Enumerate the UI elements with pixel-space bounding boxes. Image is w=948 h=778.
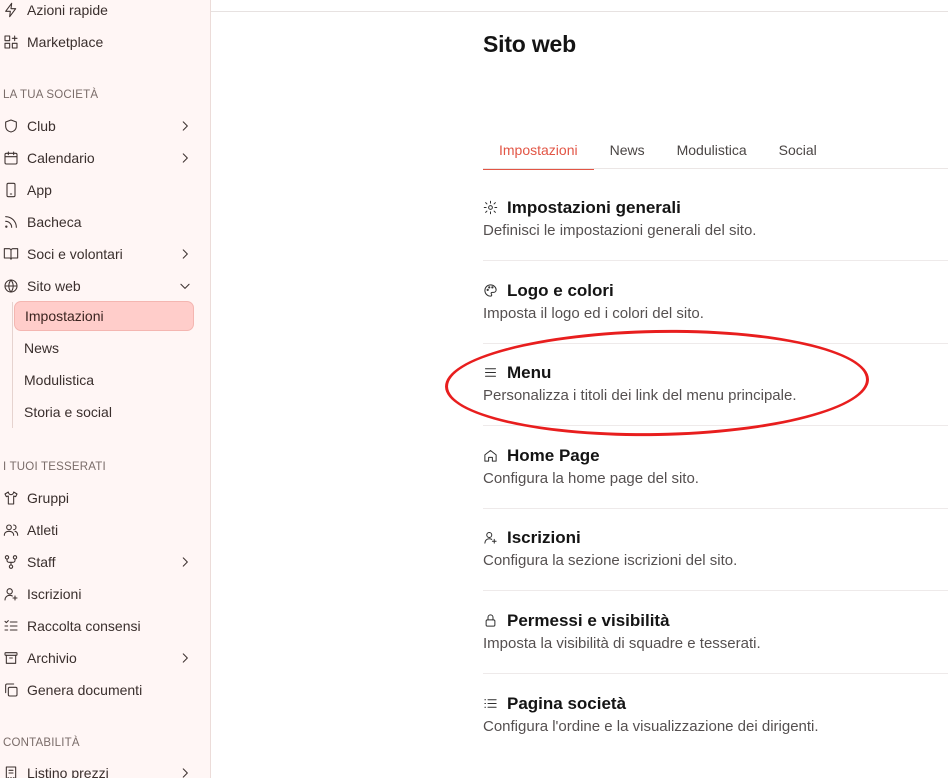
archive-icon: [3, 650, 19, 666]
section-label-contabilita: CONTABILITÀ: [3, 737, 80, 749]
grid-plus-icon: [3, 34, 19, 50]
setting-home-page[interactable]: Home Page Configura la home page del sit…: [483, 445, 948, 509]
setting-divider: [483, 343, 948, 344]
sidebar-item-archivio[interactable]: Archivio: [0, 644, 210, 672]
sidebar-item-club[interactable]: Club: [0, 112, 210, 140]
smartphone-icon: [3, 182, 19, 198]
user-plus-icon: [483, 530, 499, 546]
sidebar-item-staff[interactable]: Staff: [0, 548, 210, 576]
sidebar-subitem-news[interactable]: News: [14, 333, 194, 363]
shirt-icon: [3, 490, 19, 506]
sidebar-item-genera-documenti[interactable]: Genera documenti: [0, 676, 210, 704]
tab-impostazioni[interactable]: Impostazioni: [483, 138, 594, 170]
users-icon: [3, 522, 19, 538]
submenu-guide-line: [12, 302, 13, 428]
setting-menu[interactable]: Menu Personalizza i titoli dei link del …: [483, 362, 948, 426]
page-title: Sito web: [483, 31, 576, 57]
chevron-right-icon: [178, 247, 192, 261]
tab-social[interactable]: Social: [763, 138, 833, 170]
list-icon: [483, 696, 499, 712]
home-icon: [483, 448, 499, 464]
calendar-icon: [3, 150, 19, 166]
sidebar-subitem-impostazioni[interactable]: Impostazioni: [14, 301, 194, 331]
menu-lines-icon: [483, 365, 499, 381]
setting-permessi-visibilita[interactable]: Permessi e visibilità Imposta la visibil…: [483, 610, 948, 674]
setting-logo-colori[interactable]: Logo e colori Imposta il logo ed i color…: [483, 280, 948, 344]
setting-description: Configura la home page del sito.: [483, 470, 699, 487]
sidebar-item-iscrizioni[interactable]: Iscrizioni: [0, 580, 210, 608]
sidebar-item-raccolta-consensi[interactable]: Raccolta consensi: [0, 612, 210, 640]
network-icon: [3, 554, 19, 570]
setting-divider: [483, 508, 948, 509]
setting-divider: [483, 260, 948, 261]
setting-title: Menu: [507, 363, 552, 382]
setting-divider: [483, 673, 948, 674]
setting-title: Permessi e visibilità: [507, 611, 670, 630]
setting-description: Personalizza i titoli dei link del menu …: [483, 387, 797, 404]
globe-icon: [3, 278, 19, 294]
sidebar-item-azioni-rapide[interactable]: Azioni rapide: [0, 0, 210, 24]
setting-title: Impostazioni generali: [507, 198, 681, 217]
lightning-icon: [3, 2, 19, 18]
sidebar-item-marketplace[interactable]: Marketplace: [0, 28, 210, 56]
sidebar-item-soci-volontari[interactable]: Soci e volontari: [0, 240, 210, 268]
book-open-icon: [3, 246, 19, 262]
header-divider: [211, 11, 948, 12]
chevron-right-icon: [178, 555, 192, 569]
sidebar-item-atleti[interactable]: Atleti: [0, 516, 210, 544]
sidebar-item-bacheca[interactable]: Bacheca: [0, 208, 210, 236]
sidebar-subitem-modulistica[interactable]: Modulistica: [14, 365, 194, 395]
section-label-tesserati: I TUOI TESSERATI: [3, 461, 106, 473]
setting-description: Definisci le impostazioni generali del s…: [483, 222, 757, 239]
setting-description: Imposta il logo ed i colori del sito.: [483, 305, 704, 322]
setting-title: Logo e colori: [507, 281, 614, 300]
receipt-icon: [3, 765, 19, 778]
setting-impostazioni-generali[interactable]: Impostazioni generali Definisci le impos…: [483, 197, 948, 261]
lock-icon: [483, 613, 499, 629]
section-label-societa: LA TUA SOCIETÀ: [3, 89, 99, 101]
tabs-divider: [483, 168, 948, 169]
setting-description: Imposta la visibilità di squadre e tesse…: [483, 635, 761, 652]
sidebar-subitem-storia-social[interactable]: Storia e social: [14, 397, 194, 427]
chevron-down-icon: [178, 279, 192, 293]
chevron-right-icon: [178, 119, 192, 133]
setting-divider: [483, 590, 948, 591]
setting-description: Configura l'ordine e la visualizzazione …: [483, 718, 819, 735]
list-check-icon: [3, 618, 19, 634]
user-plus-icon: [3, 586, 19, 602]
tab-bar: Impostazioni News Modulistica Social: [483, 138, 833, 170]
tab-modulistica[interactable]: Modulistica: [661, 138, 763, 170]
tab-news[interactable]: News: [594, 138, 661, 170]
rss-icon: [3, 214, 19, 230]
setting-pagina-societa[interactable]: Pagina società Configura l'ordine e la v…: [483, 693, 948, 735]
setting-title: Home Page: [507, 446, 600, 465]
setting-divider: [483, 425, 948, 426]
sidebar-item-gruppi[interactable]: Gruppi: [0, 484, 210, 512]
sidebar: Azioni rapide Marketplace LA TUA SOCIETÀ…: [0, 0, 211, 778]
gear-icon: [483, 200, 499, 216]
sidebar-item-sito-web[interactable]: Sito web: [0, 272, 210, 300]
setting-title: Iscrizioni: [507, 528, 581, 547]
chevron-right-icon: [178, 651, 192, 665]
sidebar-item-calendario[interactable]: Calendario: [0, 144, 210, 172]
setting-description: Configura la sezione iscrizioni del sito…: [483, 552, 738, 569]
shield-icon: [3, 118, 19, 134]
sidebar-item-listino-prezzi[interactable]: Listino prezzi: [0, 759, 210, 778]
sidebar-item-app[interactable]: App: [0, 176, 210, 204]
setting-title: Pagina società: [507, 694, 627, 713]
setting-iscrizioni[interactable]: Iscrizioni Configura la sezione iscrizio…: [483, 527, 948, 591]
palette-icon: [483, 283, 499, 299]
chevron-right-icon: [178, 151, 192, 165]
copy-icon: [3, 682, 19, 698]
chevron-right-icon: [178, 766, 192, 778]
